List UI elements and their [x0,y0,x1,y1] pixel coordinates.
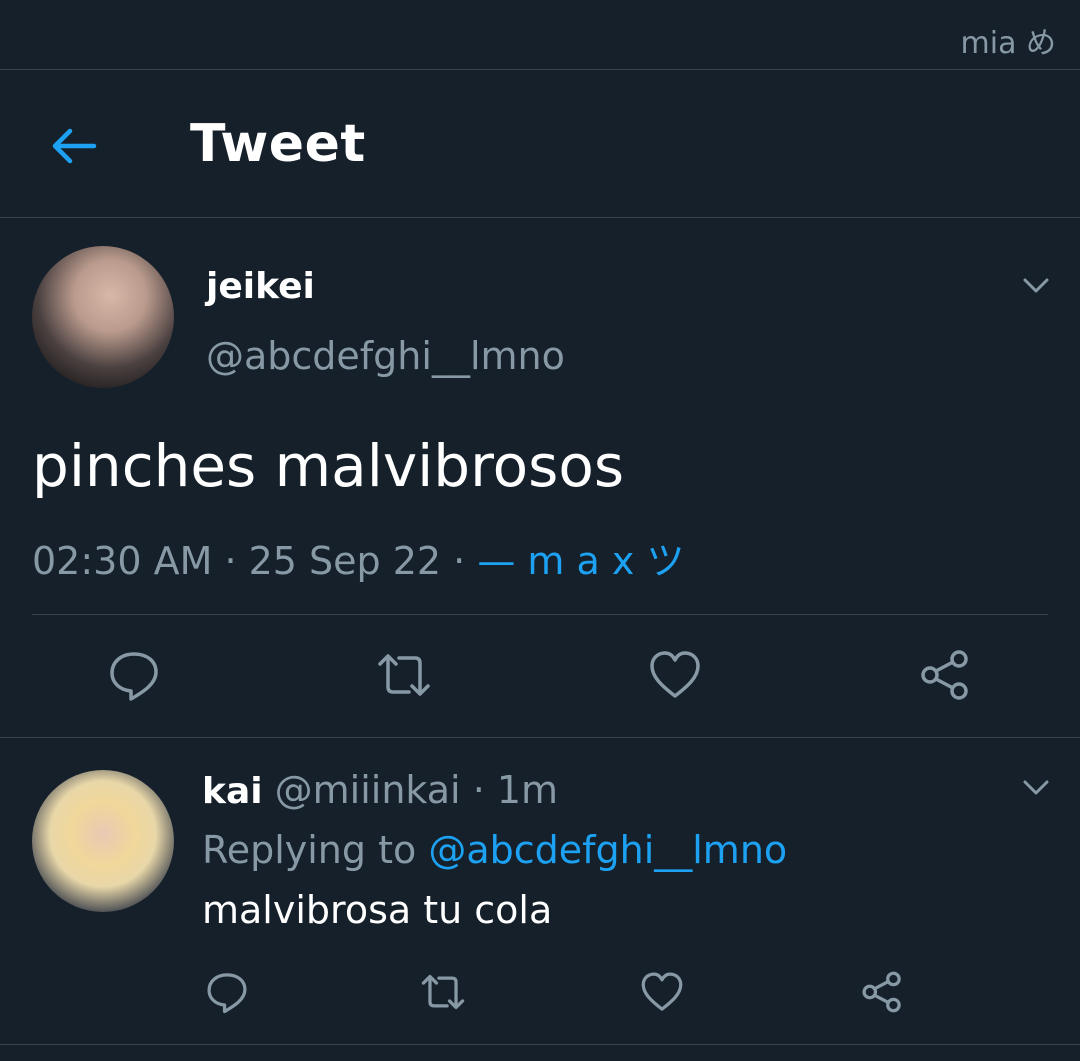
header: Tweet [0,70,1080,218]
divider [0,1044,1080,1045]
tweet-meta: 02:30 AM · 25 Sep 22 · — m a x ツ [32,530,684,585]
replying-to-link[interactable]: @abcdefghi__lmno [428,828,787,872]
reply-handle-time: @miiinkai · 1m [262,768,559,812]
avatar[interactable] [32,246,174,388]
divider [0,737,1080,738]
retweet-icon[interactable] [377,648,431,702]
like-icon[interactable] [648,648,702,702]
tweet-text: pinches malvibrosos [32,432,625,500]
retweet-icon[interactable] [421,970,465,1014]
divider [32,614,1048,615]
reply-icon[interactable] [205,970,249,1014]
tweet-source-link[interactable]: — m a x ツ [477,539,684,583]
back-arrow-icon[interactable] [50,122,98,170]
page-title: Tweet [190,114,366,174]
share-icon[interactable] [860,970,904,1014]
reply-icon[interactable] [107,648,161,702]
chevron-down-icon[interactable] [1022,779,1050,797]
avatar[interactable] [32,770,174,912]
share-icon[interactable] [918,648,972,702]
reply-author-line: kai @miiinkai · 1m [202,768,558,812]
replying-to-line: Replying to @abcdefghi__lmno [202,828,787,872]
reply-display-name[interactable]: kai [202,771,263,812]
replying-prefix: Replying to [202,828,429,872]
author-handle[interactable]: @abcdefghi__lmno [206,334,565,378]
reply-text: malvibrosa tu cola [202,888,553,932]
chevron-down-icon[interactable] [1022,277,1050,295]
like-icon[interactable] [640,970,684,1014]
status-bar: mia め [0,0,1080,70]
tweet-timestamp: 02:30 AM · 25 Sep 22 · [32,539,478,583]
author-display-name[interactable]: jeikei [206,266,315,307]
status-text: mia め [960,26,1056,61]
